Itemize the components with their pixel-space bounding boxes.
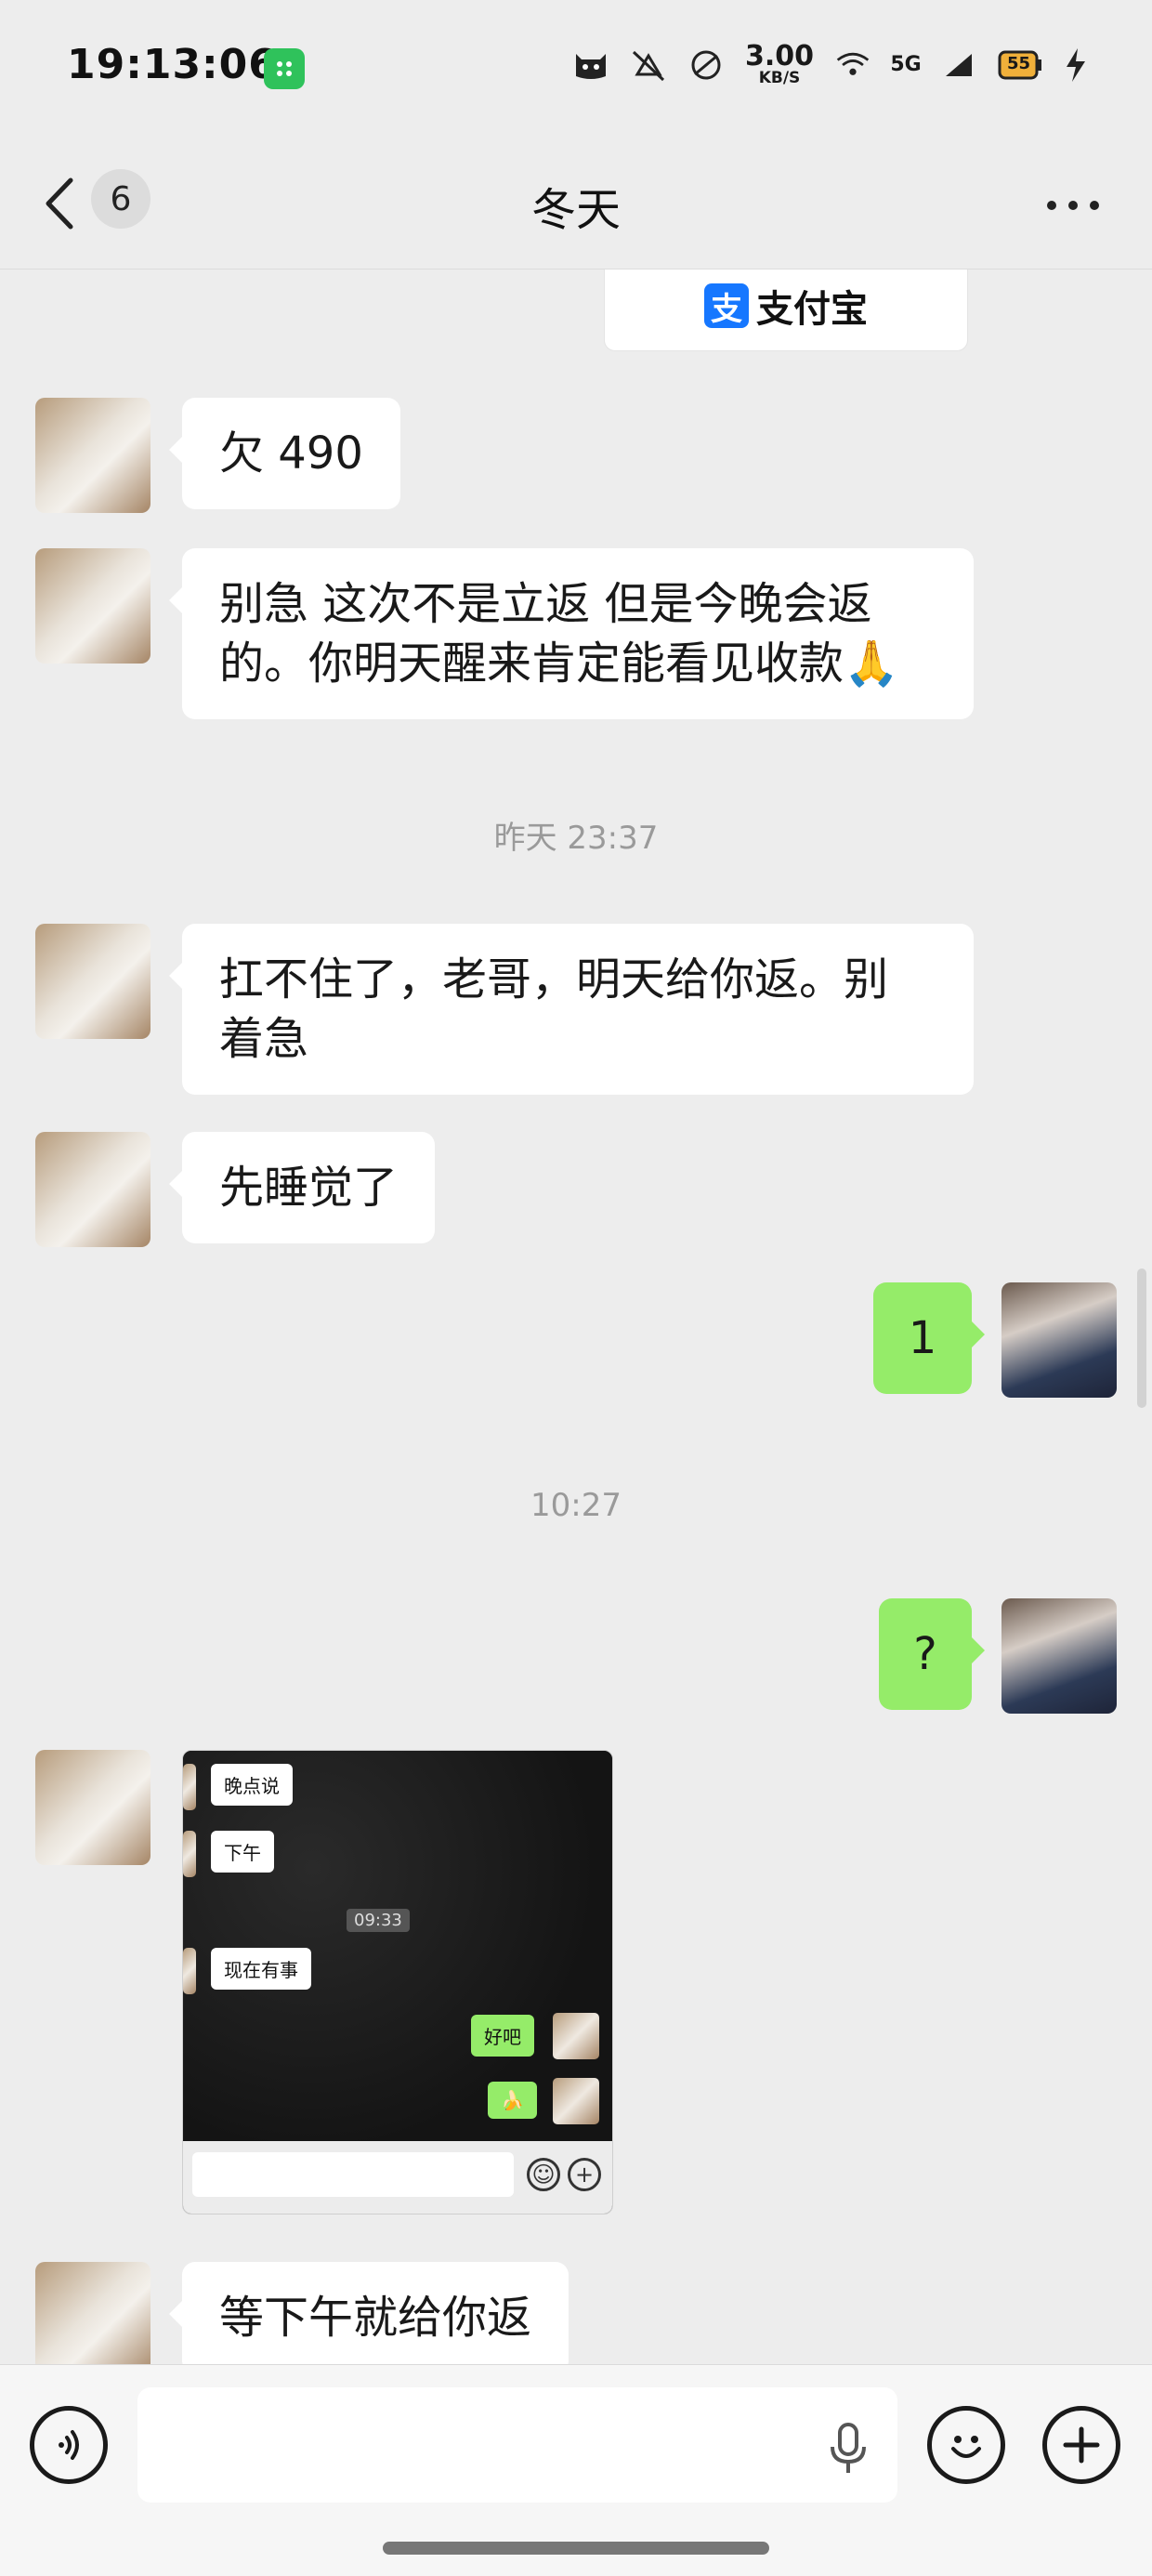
screenshot-message: 下午 — [211, 1831, 274, 1873]
message-bubble[interactable]: 等下午就给你返 — [168, 2262, 569, 2364]
app-notification-icon — [264, 48, 305, 89]
voice-wave-icon — [59, 2430, 79, 2460]
screenshot-avatar — [553, 2013, 599, 2059]
contact-avatar[interactable] — [35, 398, 151, 513]
status-bar: 19:13:06 3.00 KB/S 5G 55 — [0, 0, 1152, 139]
charging-icon — [1065, 46, 1087, 84]
wifi-icon — [834, 46, 871, 84]
screenshot-input-field — [192, 2152, 514, 2197]
screenshot-plus-icon: + — [568, 2158, 601, 2191]
screenshot-avatar — [183, 1831, 196, 1877]
scrollbar[interactable] — [1137, 1268, 1146, 1408]
network-speed: 3.00 KB/S — [745, 43, 814, 86]
more-functions-button[interactable] — [1042, 2406, 1120, 2484]
screenshot-input-bar: ☺ + — [183, 2141, 612, 2214]
no-disturb-icon — [687, 46, 725, 84]
screenshot-timestamp: 09:33 — [347, 1909, 410, 1932]
network-speed-value: 3.00 — [744, 40, 814, 72]
screenshot-avatar — [183, 1764, 196, 1810]
battery-icon: 55 — [998, 46, 1044, 84]
contact-avatar[interactable] — [35, 2262, 151, 2364]
alarm-off-icon — [630, 46, 667, 84]
contact-avatar[interactable] — [35, 1132, 151, 1247]
my-avatar[interactable] — [1001, 1282, 1117, 1398]
message-line: 的。你明天醒来肯定能看见收款 — [219, 637, 844, 690]
status-icons: 3.00 KB/S 5G 55 — [572, 43, 1087, 86]
network-speed-unit: KB/S — [758, 69, 801, 87]
my-avatar[interactable] — [1001, 1598, 1117, 1714]
microphone-icon[interactable] — [825, 2421, 871, 2477]
contact-avatar[interactable] — [35, 924, 151, 1039]
alipay-label: 支付宝 — [756, 288, 868, 331]
message-bubble[interactable]: 别急 这次不是立返 但是今晚会返 的。你明天醒来肯定能看见收款🙏 — [169, 548, 974, 719]
battery-level: 55 — [1007, 53, 1031, 73]
input-bar — [0, 2364, 1152, 2576]
screenshot-message: 现在有事 — [211, 1948, 311, 1990]
alipay-card[interactable]: 支 支付宝 — [604, 269, 968, 351]
smiley-icon — [951, 2436, 981, 2458]
message-input[interactable] — [137, 2387, 897, 2503]
screenshot-my-message: 好吧 — [471, 2015, 534, 2057]
time-divider: 10:27 — [530, 1487, 622, 1524]
more-options-button[interactable] — [1041, 191, 1106, 219]
screenshot-emoji-icon: ☺ — [527, 2158, 560, 2191]
message-line: 扛不住了，老哥，明天给你返。别 — [219, 953, 889, 1005]
screenshot-avatar — [183, 1948, 196, 1994]
message-line: 别急 这次不是立返 但是今晚会返 — [219, 578, 872, 630]
alipay-logo-icon: 支 — [704, 283, 749, 328]
screenshot-image-message[interactable]: 晚点说 下午 09:33 现在有事 好吧 🍌 ☺ + — [182, 1750, 613, 2215]
more-dots-icon — [1047, 201, 1099, 210]
message-bubble[interactable]: 欠 490 — [169, 398, 400, 509]
emoji-button[interactable] — [927, 2406, 1005, 2484]
message-list[interactable]: 支 支付宝 欠 490 别急 这次不是立返 但是今晚会返 的。你明天醒来肯定能看… — [0, 269, 1152, 2364]
signal-type: 5G — [890, 53, 922, 76]
my-message-bubble[interactable]: ? — [879, 1598, 985, 1710]
voice-toggle-button[interactable] — [30, 2406, 108, 2484]
message-line: 着急 — [219, 1013, 309, 1065]
status-time: 19:13:06 — [67, 41, 278, 88]
chat-header: 6 冬天 — [0, 139, 1152, 269]
screenshot-message: 晚点说 — [211, 1764, 293, 1806]
contact-avatar[interactable] — [35, 1750, 151, 1865]
message-bubble[interactable]: 扛不住了，老哥，明天给你返。别 着急 — [169, 924, 974, 1095]
pray-emoji: 🙏 — [844, 637, 899, 690]
screenshot-avatar — [553, 2078, 599, 2124]
message-bubble[interactable]: 先睡觉了 — [168, 1132, 436, 1243]
screenshot-my-message: 🍌 — [488, 2082, 537, 2119]
contact-avatar[interactable] — [35, 548, 151, 664]
time-divider: 昨天 23:37 — [493, 820, 659, 857]
my-message-bubble[interactable]: 1 — [873, 1282, 985, 1394]
plus-icon — [1063, 2426, 1100, 2464]
cat-face-icon — [572, 46, 609, 84]
home-indicator[interactable] — [383, 2542, 769, 2555]
signal-strength-icon — [940, 46, 977, 84]
chat-title: 冬天 — [530, 184, 621, 236]
screenshot-background — [183, 1751, 612, 2141]
